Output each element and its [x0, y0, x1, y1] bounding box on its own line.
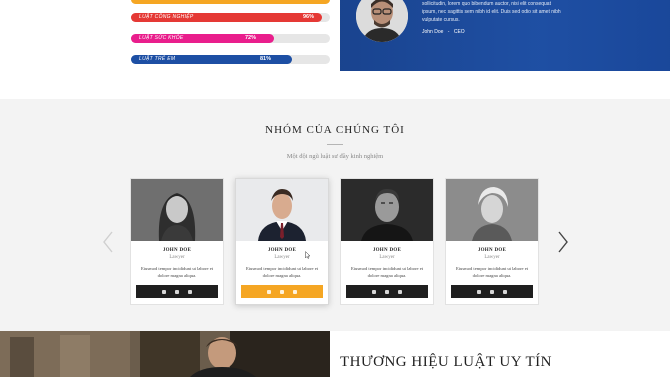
author-name: John Doe	[422, 29, 444, 35]
section-subtitle: Một đội ngũ luật sư đầy kinh nghiệm	[286, 153, 384, 160]
member-description: Eiusmod tempor incididunt ut labore et d…	[455, 266, 529, 278]
skill-percent: 96%	[303, 14, 315, 20]
team-member-card[interactable]: JOHN DOE Lawyer Eiusmod tempor incididun…	[445, 178, 539, 305]
twitter-icon[interactable]	[280, 289, 284, 294]
carousel-prev-button[interactable]	[101, 231, 115, 253]
skill-bar-health-law: LUẬT SỨC KHỎE 72%	[131, 34, 330, 43]
member-name: JOHN DOE	[477, 248, 507, 253]
member-description: Eiusmod tempor incididunt ut labore et d…	[140, 266, 214, 278]
author-position: CEO	[453, 29, 465, 35]
skill-label: LUẬT SỨC KHỎE	[139, 35, 184, 41]
member-name: JOHN DOE	[267, 248, 297, 253]
social-links	[346, 285, 428, 298]
member-name: JOHN DOE	[162, 248, 192, 253]
chevron-right-icon	[558, 231, 568, 253]
team-member-card-featured[interactable]: JOHN DOE Lawyer Eiusmod tempor incididun…	[235, 178, 329, 305]
member-photo	[446, 179, 538, 241]
twitter-icon[interactable]	[385, 289, 389, 294]
brand-section: THƯƠNG HIỆU LUẬT UY TÍN	[330, 331, 670, 377]
testimonial-text: sollicitudin, lorem quo bibendum auctor,…	[422, 1, 561, 23]
skills-section: LUẬT CÔNG NGHIỆP 96% LUẬT SỨC KHỎE 72% L…	[0, 0, 670, 99]
linkedin-icon[interactable]	[503, 289, 507, 294]
member-name: JOHN DOE	[372, 248, 402, 253]
twitter-icon[interactable]	[490, 289, 494, 294]
linkedin-icon[interactable]	[188, 289, 192, 294]
skill-bar-industrial-law: LUẬT CÔNG NGHIỆP 96%	[131, 13, 330, 22]
member-photo	[131, 179, 223, 241]
facebook-icon[interactable]	[477, 289, 481, 294]
skill-bar-child-law: LUẬT TRẺ EM 81%	[131, 55, 330, 64]
skill-percent: 81%	[260, 56, 272, 62]
facebook-icon[interactable]	[267, 289, 271, 294]
skill-percent: 72%	[245, 35, 257, 41]
social-links	[451, 285, 533, 298]
member-role: Lawyer	[379, 255, 395, 260]
testimonial-panel: sollicitudin, lorem quo bibendum auctor,…	[340, 0, 670, 71]
linkedin-icon[interactable]	[293, 289, 297, 294]
social-links	[241, 285, 323, 298]
facebook-icon[interactable]	[372, 289, 376, 294]
team-member-card[interactable]: JOHN DOE Lawyer Eiusmod tempor incididun…	[340, 178, 434, 305]
author-separator: -	[447, 29, 450, 35]
carousel-next-button[interactable]	[556, 231, 570, 253]
brand-hero-image	[0, 331, 330, 377]
facebook-icon[interactable]	[162, 289, 166, 294]
team-member-card[interactable]: JOHN DOE Lawyer Eiusmod tempor incididun…	[130, 178, 224, 305]
member-description: Eiusmod tempor incididunt ut labore et d…	[350, 266, 424, 278]
chevron-left-icon	[103, 231, 113, 253]
section-title: NHÓM CỦA CHÚNG TÔI	[265, 124, 405, 136]
member-role: Lawyer	[274, 255, 290, 260]
testimonial-author: John Doe - CEO	[422, 29, 465, 35]
brand-title: THƯƠNG HIỆU LUẬT UY TÍN	[340, 354, 553, 370]
linkedin-icon[interactable]	[398, 289, 402, 294]
member-photo	[236, 179, 328, 241]
member-photo	[341, 179, 433, 241]
member-role: Lawyer	[484, 255, 500, 260]
member-role: Lawyer	[169, 255, 185, 260]
twitter-icon[interactable]	[175, 289, 179, 294]
mouse-cursor-icon	[305, 251, 311, 259]
member-description: Eiusmod tempor incididunt ut labore et d…	[245, 266, 319, 278]
title-divider	[327, 144, 343, 145]
skill-bar-partial	[131, 0, 330, 4]
ceo-avatar	[356, 0, 408, 42]
social-links	[136, 285, 218, 298]
team-section: NHÓM CỦA CHÚNG TÔI Một đội ngũ luật sư đ…	[0, 99, 670, 331]
skill-label: LUẬT CÔNG NGHIỆP	[139, 14, 194, 20]
skill-label: LUẬT TRẺ EM	[139, 56, 176, 62]
